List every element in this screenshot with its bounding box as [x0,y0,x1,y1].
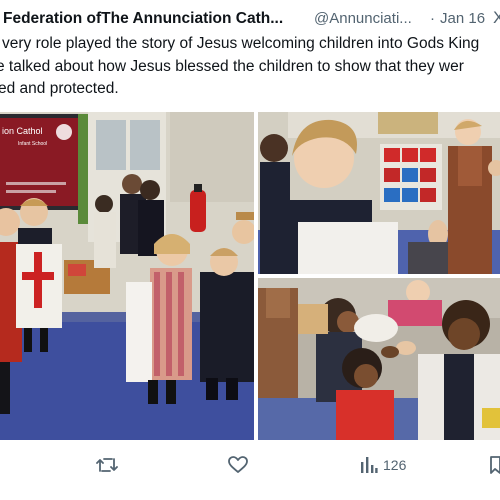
tweet-text-line: e talked about how Jesus blessed the chi… [0,57,464,75]
tweet-header: Federation ofThe Annunciation Cath... @A… [0,8,500,30]
retweet-button[interactable] [96,454,118,476]
screen-sign-text: ion Cathol [2,126,43,136]
retweet-icon [96,458,118,472]
bookmark-button[interactable] [490,454,500,476]
photo-classroom-roleplay[interactable]: ion Cathol Infant School [0,112,254,440]
media-grid: ion Cathol Infant School [0,112,500,440]
tweet-text-line: very role played the story of Jesus welc… [2,35,480,52]
views-bar-icon [361,457,378,473]
tweet-text: very role played the story of Jesus welc… [0,33,500,101]
photo-children-blessing[interactable] [258,112,500,274]
views-button[interactable]: 126 [360,454,406,476]
views-count: 126 [383,457,407,473]
photo-children-group[interactable] [258,278,500,440]
heart-icon [228,456,248,473]
author-handle[interactable]: @Annunciati... [314,10,412,27]
more-options-icon[interactable]: X [493,8,500,28]
photo-blessing-image [258,112,500,274]
like-button[interactable] [228,454,248,476]
tweet-text-line: ed and protected. [0,80,119,97]
author-name[interactable]: Federation ofThe Annunciation Cath... [3,10,283,28]
separator-dot: · [430,10,435,27]
photo-group-image [258,278,500,440]
screen-sign-subtext: Infant School [18,141,47,147]
tweet-action-bar: 126 [0,448,500,482]
bookmark-icon [490,456,500,474]
photo-classroom-image: ion Cathol Infant School [0,112,254,440]
tweet-date[interactable]: Jan 16 [440,10,485,27]
